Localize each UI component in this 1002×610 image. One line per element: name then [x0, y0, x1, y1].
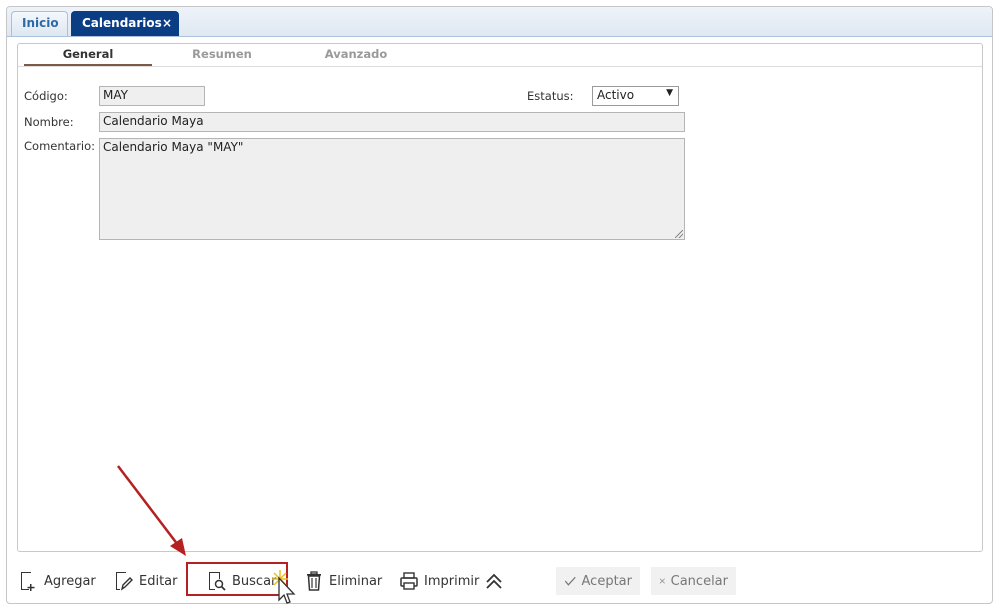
cursor-click-icon [272, 570, 296, 604]
annotation-arrow [117, 465, 186, 556]
